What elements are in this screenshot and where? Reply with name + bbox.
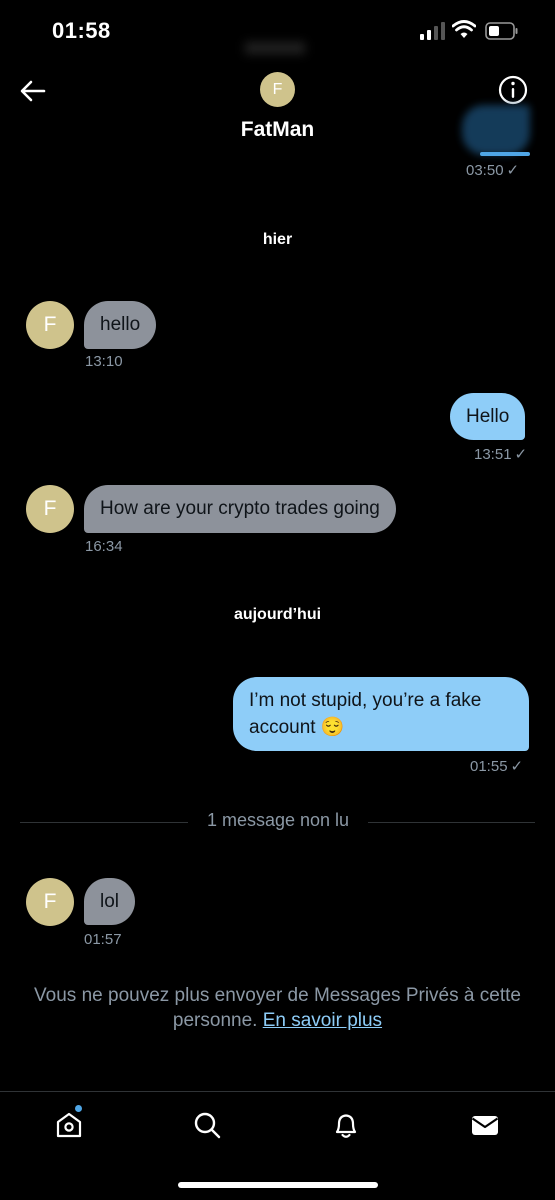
sender-avatar[interactable]: F <box>26 878 74 926</box>
message-timestamp: 13:10 <box>85 353 123 370</box>
info-icon[interactable] <box>497 74 529 106</box>
message-text-line: I’m not stupid, you’re a fake <box>249 690 482 711</box>
search-icon[interactable] <box>191 1109 223 1141</box>
battery-icon <box>485 22 518 40</box>
sender-avatar[interactable]: F <box>26 301 74 349</box>
bell-icon[interactable] <box>330 1109 362 1141</box>
cellular-signal-icon <box>420 22 445 40</box>
home-icon[interactable] <box>53 1109 85 1141</box>
blurred-message-bubble <box>462 105 530 155</box>
day-separator: aujourd’hui <box>233 606 322 623</box>
sender-avatar[interactable]: F <box>26 485 74 533</box>
outgoing-message-bubble[interactable]: Hello <box>450 393 526 440</box>
blurred-region <box>245 42 305 54</box>
incoming-message-bubble[interactable]: lol <box>84 878 136 925</box>
blurred-message-edge <box>480 152 530 156</box>
day-separator: hier <box>262 231 293 248</box>
read-check-icon: ✓ <box>514 446 528 463</box>
message-text-line: account 😌 <box>249 717 345 738</box>
message-timestamp: 01:55 ✓ <box>470 758 524 775</box>
incoming-message-bubble[interactable]: How are your crypto trades going <box>84 485 396 533</box>
notification-dot <box>75 1105 82 1112</box>
incoming-message-bubble[interactable]: hello <box>84 301 157 349</box>
wifi-icon <box>452 20 476 38</box>
unread-divider-label: 1 message non lu <box>188 810 368 831</box>
read-check-icon: ✓ <box>506 162 520 179</box>
message-timestamp: 13:51 ✓ <box>474 446 528 463</box>
mail-icon[interactable] <box>469 1109 501 1141</box>
message-timestamp: 01:57 <box>84 931 122 948</box>
message-timestamp: 03:50 ✓ <box>466 162 520 179</box>
learn-more-link[interactable]: En savoir plus <box>263 1010 382 1031</box>
status-time: 01:58 <box>52 18 111 43</box>
blocked-notice: Vous ne pouvez plus envoyer de Messages … <box>10 983 545 1033</box>
outgoing-message-bubble[interactable]: I’m not stupid, you’re a fake account 😌 <box>233 677 529 751</box>
home-indicator <box>178 1182 378 1188</box>
back-arrow-icon[interactable] <box>18 76 48 106</box>
read-check-icon: ✓ <box>510 758 524 775</box>
header-avatar[interactable]: F <box>260 72 295 107</box>
message-timestamp: 16:34 <box>85 538 123 555</box>
